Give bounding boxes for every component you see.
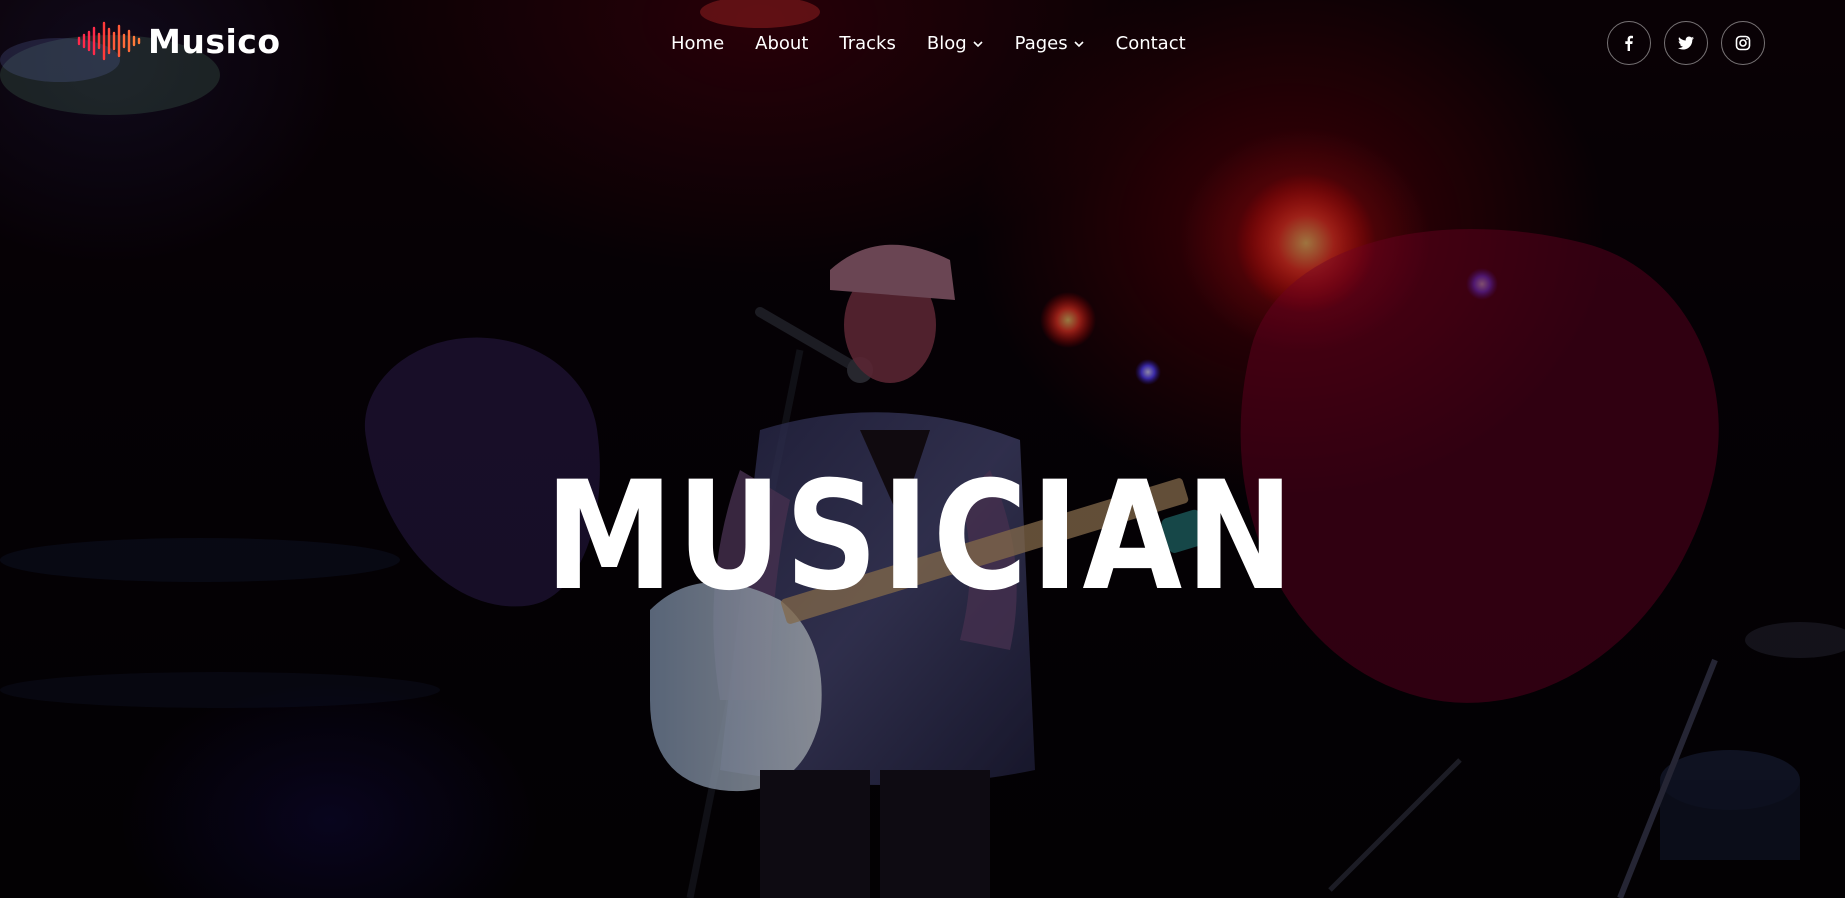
chevron-down-icon — [1074, 41, 1084, 48]
site-logo[interactable]: Musico — [76, 18, 281, 64]
chevron-down-icon — [973, 41, 983, 48]
instagram-button[interactable] — [1721, 21, 1765, 65]
nav-item-contact[interactable]: Contact — [1116, 33, 1186, 54]
main-nav: Home About Tracks Blog Pages Contact — [671, 28, 1186, 58]
nav-item-pages[interactable]: Pages — [1015, 33, 1085, 54]
nav-item-about[interactable]: About — [755, 33, 808, 54]
nav-item-label: Pages — [1014, 32, 1068, 54]
facebook-icon — [1625, 35, 1633, 51]
twitter-icon — [1678, 36, 1694, 50]
site-header: Musico Home About Tracks Blog Pages Cont… — [0, 0, 1845, 86]
nav-item-label: Contact — [1115, 32, 1186, 54]
hero-section: Musico Home About Tracks Blog Pages Cont… — [0, 0, 1845, 898]
nav-item-tracks[interactable]: Tracks — [839, 33, 895, 54]
brand-name: Musico — [148, 21, 281, 61]
instagram-icon — [1735, 35, 1751, 51]
twitter-button[interactable] — [1664, 21, 1708, 65]
nav-item-blog[interactable]: Blog — [927, 33, 984, 54]
nav-item-label: Home — [671, 32, 725, 54]
nav-item-label: About — [755, 32, 809, 54]
nav-item-home[interactable]: Home — [671, 33, 724, 54]
social-links — [1607, 21, 1765, 65]
sound-wave-icon — [77, 21, 141, 61]
hero-headline: MUSICIAN — [545, 450, 1298, 624]
nav-item-label: Tracks — [839, 32, 896, 54]
nav-item-label: Blog — [926, 32, 967, 54]
facebook-button[interactable] — [1607, 21, 1651, 65]
